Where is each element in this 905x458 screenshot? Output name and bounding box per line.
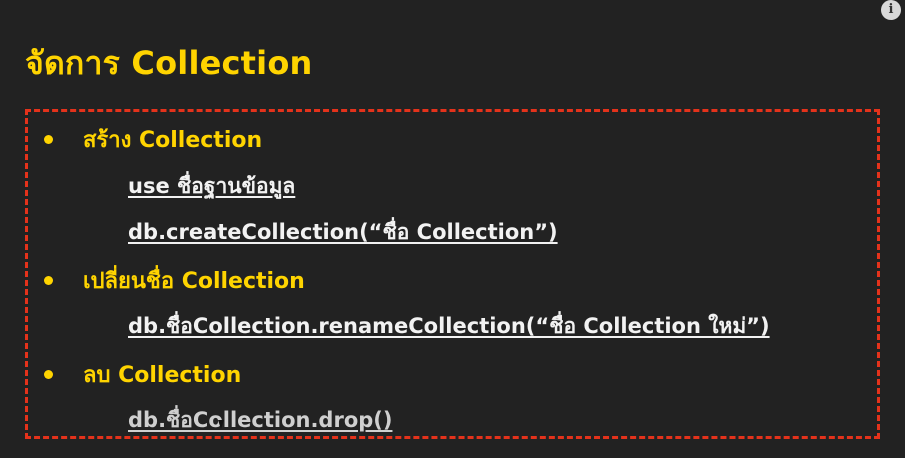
command-line: db.createCollection(“ชื่อ Collection”): [128, 220, 558, 244]
bullet-item-delete: ลบ Collection: [40, 357, 241, 392]
bullet-item-rename: เปลี่ยนชื่อ Collection: [40, 263, 305, 298]
bullet-icon: [44, 370, 53, 379]
bullet-heading: เปลี่ยนชื่อ Collection: [83, 269, 305, 294]
mouse-cursor-icon: [218, 420, 224, 429]
command-line: db.ชื่อCollection.renameCollection(“ชื่อ…: [128, 314, 770, 338]
bullet-icon: [44, 276, 53, 285]
slide-title: จัดการ Collection: [25, 44, 313, 82]
bullet-heading: ลบ Collection: [83, 363, 242, 388]
bullet-heading: สร้าง Collection: [83, 128, 263, 153]
slide: i จัดการ Collection สร้าง Collection use…: [0, 0, 905, 458]
bullet-item-create: สร้าง Collection: [40, 122, 262, 157]
bullet-icon: [44, 135, 53, 144]
info-icon[interactable]: i: [881, 0, 901, 20]
command-line: db.ชื่อCollection.drop(): [128, 408, 393, 432]
command-line: use ชื่อฐานข้อมูล: [128, 174, 296, 198]
